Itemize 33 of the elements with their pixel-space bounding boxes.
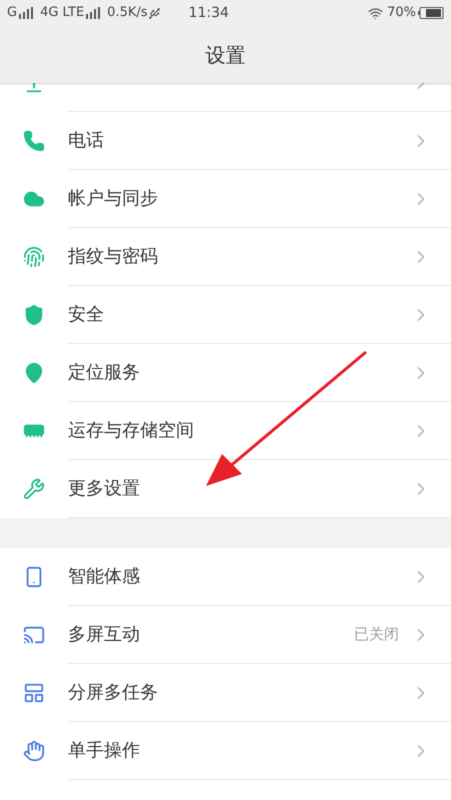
battery-icon: [418, 7, 444, 19]
item-status: 已关闭: [354, 624, 399, 646]
settings-item[interactable]: 电话: [0, 112, 451, 170]
settings-item[interactable]: 分屏多任务: [0, 664, 451, 722]
wifi-icon: [368, 6, 384, 20]
settings-item[interactable]: 定位服务: [0, 344, 451, 402]
speed-label: 0.5K/s: [107, 4, 148, 22]
item-label: 单手操作: [68, 739, 141, 763]
carrier-label: G: [7, 4, 18, 22]
settings-item[interactable]: 多屏互动 已关闭: [0, 606, 451, 664]
network-label: 4G LTE: [40, 4, 84, 22]
item-label: 多屏互动: [68, 623, 141, 647]
item-label: 电话: [68, 129, 105, 153]
page-title: 设置: [206, 42, 246, 68]
clock: 11:34: [188, 4, 229, 22]
item-label: 分屏多任务: [68, 681, 159, 705]
item-label: 智能体感: [68, 565, 141, 589]
item-label: 运存与存储空间: [68, 419, 195, 443]
settings-item[interactable]: 单手操作: [0, 722, 451, 780]
item-label: 定位服务: [68, 361, 141, 385]
item-label: 帐户与同步: [68, 187, 159, 211]
settings-item[interactable]: 帐户与同步: [0, 170, 451, 228]
settings-item[interactable]: 智能体感: [0, 548, 451, 606]
settings-item[interactable]: 运存与存储空间: [0, 402, 451, 460]
signal-icon: [19, 7, 36, 19]
settings-item[interactable]: 指纹与密码: [0, 228, 451, 286]
settings-item[interactable]: 安全: [0, 286, 451, 344]
item-label: 指纹与密码: [68, 245, 159, 269]
signal-icon: [86, 7, 102, 19]
item-label: 更多设置: [68, 477, 141, 501]
battery-label: 70%: [387, 4, 416, 22]
item-label: 安全: [68, 303, 105, 327]
usb-icon: [148, 6, 161, 20]
